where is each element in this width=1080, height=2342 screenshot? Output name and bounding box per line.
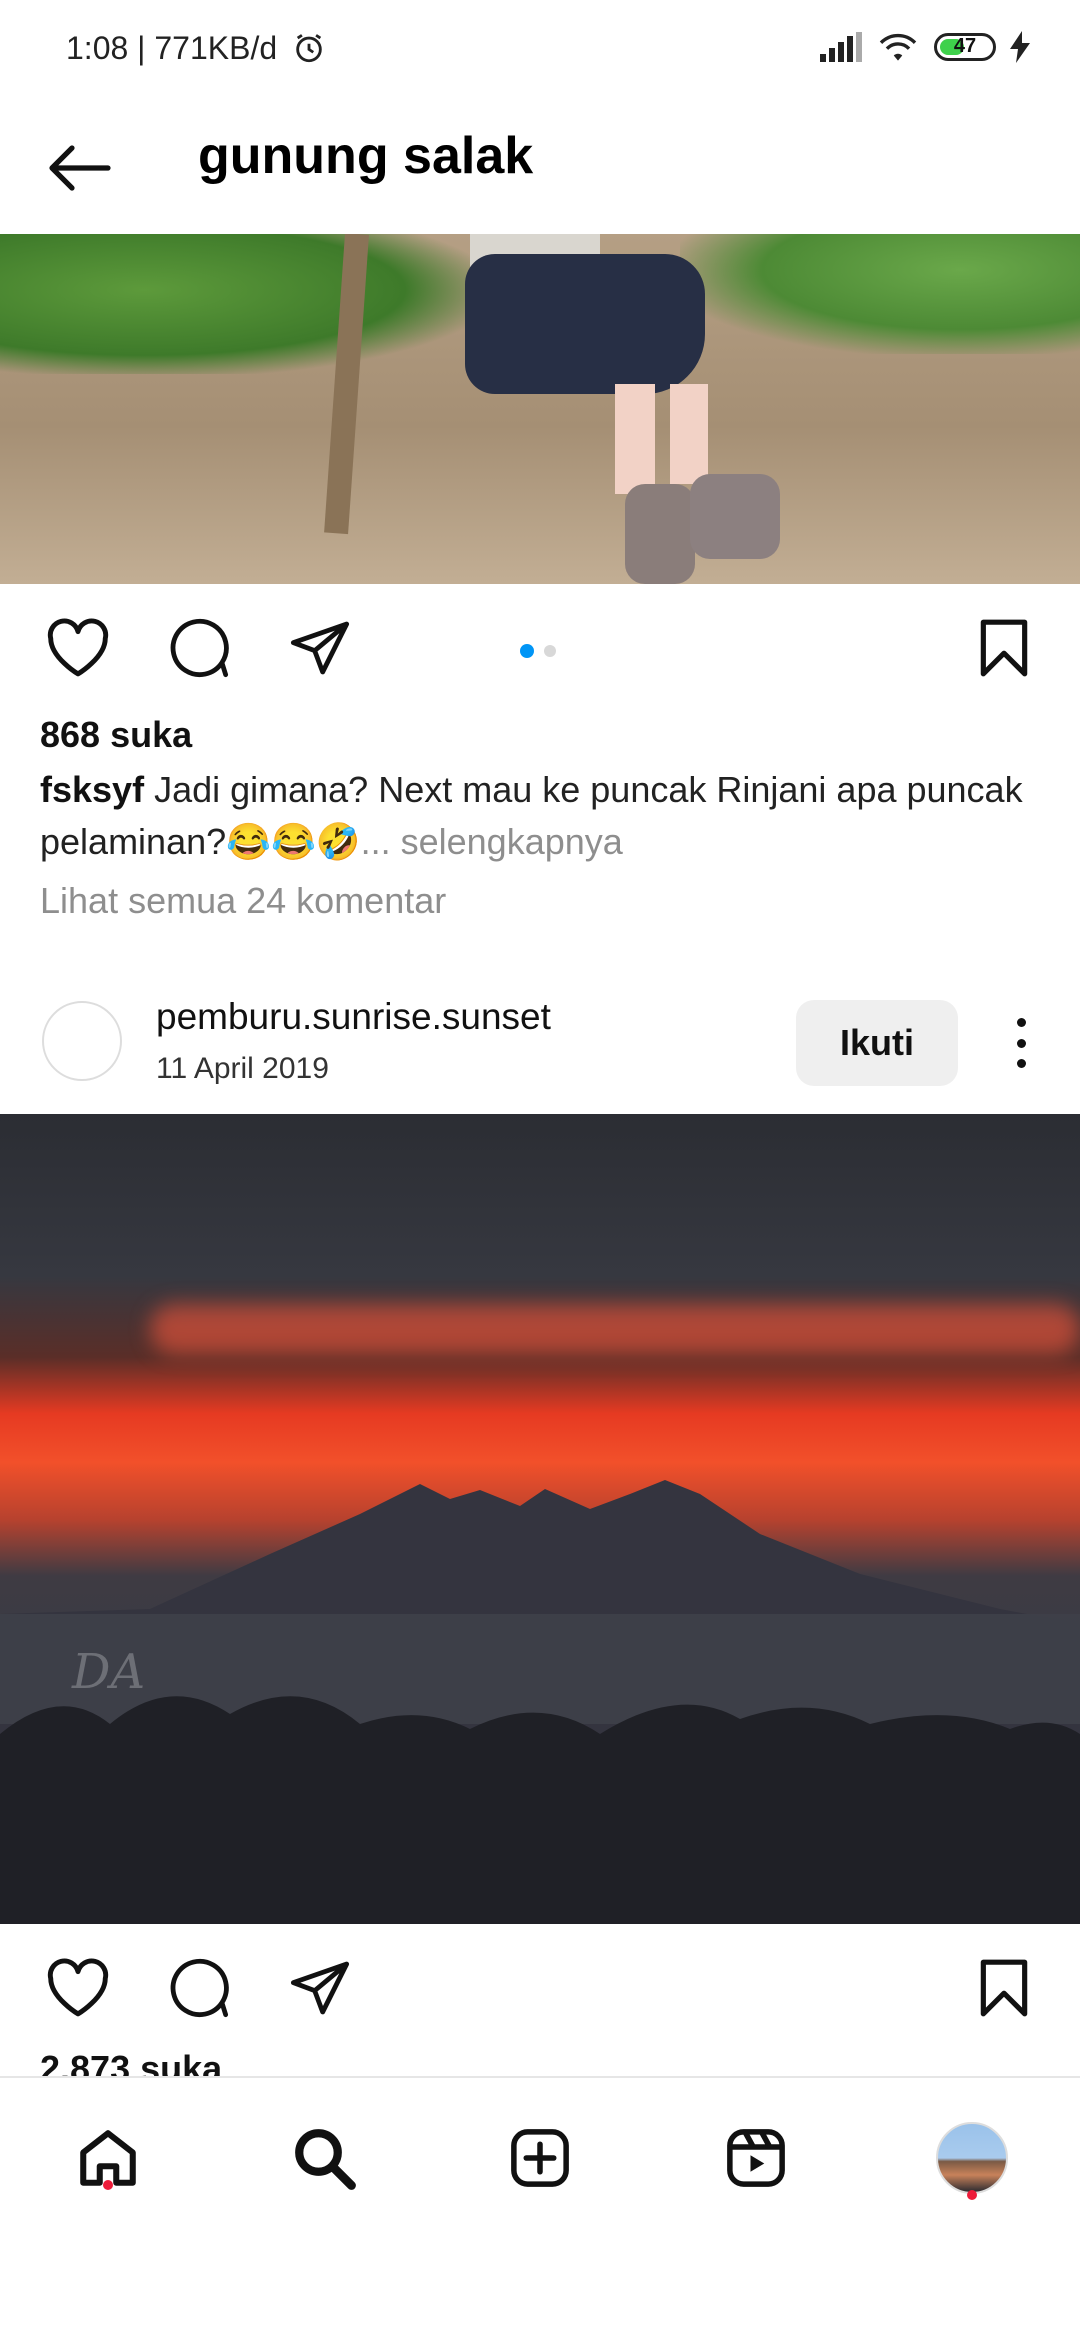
like-count[interactable]: 868 suka <box>40 714 192 756</box>
save-button[interactable] <box>962 606 1046 690</box>
bookmark-icon <box>980 619 1028 677</box>
header: gunung salak <box>0 100 1080 234</box>
like-button[interactable] <box>36 1946 120 2030</box>
profile-notification-dot <box>967 2190 977 2200</box>
status-icons: 47 <box>820 30 1030 64</box>
send-icon <box>290 1961 350 2015</box>
page-title: gunung salak <box>198 127 534 185</box>
new-post-icon <box>511 2129 569 2187</box>
search-icon <box>295 2129 356 2190</box>
nav-search[interactable] <box>274 2108 374 2208</box>
post-username[interactable]: pemburu.sunrise.sunset <box>156 996 551 1038</box>
comment-icon <box>170 618 229 678</box>
caption-more-link[interactable]: ... selengkapnya <box>361 821 623 862</box>
nav-home[interactable] <box>58 2108 158 2208</box>
reels-icon <box>727 2129 785 2187</box>
heart-icon <box>47 618 109 677</box>
heart-icon <box>47 1958 109 2017</box>
status-bar: 1:08 | 771KB/d 47 <box>0 0 1080 100</box>
share-button[interactable] <box>278 606 362 690</box>
comment-button[interactable] <box>157 1946 241 2030</box>
watermark: DA <box>72 1644 146 1700</box>
battery-icon: 47 <box>934 33 996 61</box>
mountain-silhouette <box>0 1480 1080 1924</box>
post-actions <box>0 1928 1080 2048</box>
nav-reels[interactable] <box>706 2108 806 2208</box>
signal-icon <box>820 32 862 62</box>
bookmark-icon <box>980 1959 1028 2017</box>
post-caption: fsksyf Jadi gimana? Next mau ke puncak R… <box>40 764 1040 868</box>
more-options-icon[interactable] <box>998 1012 1044 1074</box>
carousel-dot <box>544 645 556 657</box>
caption-username[interactable]: fsksyf <box>40 769 144 810</box>
bottom-nav <box>0 2076 1080 2342</box>
carousel-indicator <box>520 644 556 658</box>
nav-new-post[interactable] <box>490 2108 590 2208</box>
charging-icon <box>1010 31 1030 63</box>
like-button[interactable] <box>36 606 120 690</box>
save-button[interactable] <box>962 1946 1046 2030</box>
back-button[interactable] <box>40 128 120 208</box>
share-button[interactable] <box>278 1946 362 2030</box>
battery-level: 47 <box>953 35 977 57</box>
wifi-icon <box>879 33 917 61</box>
post-photo[interactable]: DA <box>0 1114 1080 1924</box>
arrow-left-icon <box>49 145 111 191</box>
post-photo[interactable] <box>0 234 1080 584</box>
profile-avatar <box>936 2122 1008 2194</box>
home-notification-dot <box>103 2180 113 2190</box>
view-comments-link[interactable]: Lihat semua 24 komentar <box>40 880 446 922</box>
send-icon <box>290 621 350 675</box>
comment-icon <box>170 1958 229 2018</box>
post-actions <box>0 588 1080 708</box>
post-date: 11 April 2019 <box>156 1052 329 1085</box>
status-time: 1:08 | 771KB/d <box>66 30 326 67</box>
follow-button[interactable]: Ikuti <box>796 1000 958 1086</box>
avatar[interactable] <box>42 1001 122 1081</box>
alarm-icon <box>296 34 322 63</box>
comment-button[interactable] <box>157 606 241 690</box>
carousel-dot-active <box>520 644 534 658</box>
